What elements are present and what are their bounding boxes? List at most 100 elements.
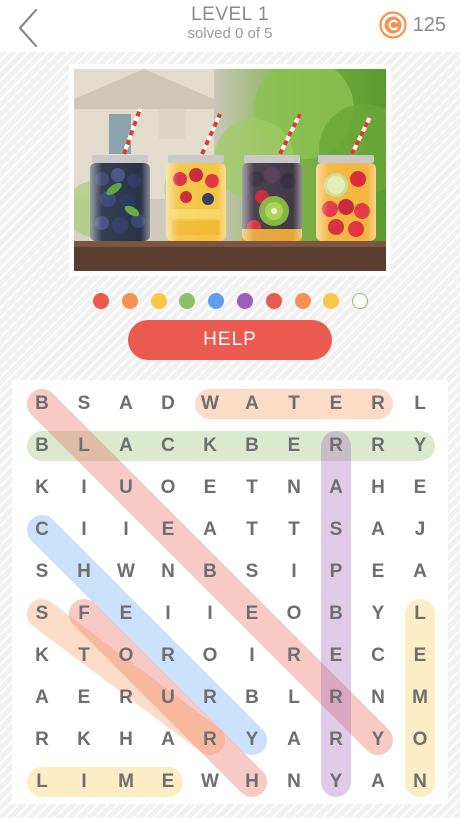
grid-letter[interactable]: H <box>64 552 104 592</box>
grid-letter[interactable]: L <box>400 384 440 424</box>
grid-letter[interactable]: A <box>232 384 272 424</box>
grid-letter[interactable]: K <box>22 468 62 508</box>
grid-letter[interactable]: R <box>190 678 230 718</box>
grid-letter[interactable]: F <box>64 594 104 634</box>
grid-letter[interactable]: R <box>316 678 356 718</box>
grid-letter[interactable]: Y <box>316 762 356 802</box>
grid-letter[interactable]: T <box>64 636 104 676</box>
grid-letter[interactable]: O <box>148 468 188 508</box>
grid-letter[interactable]: E <box>400 636 440 676</box>
grid-letter[interactable]: O <box>274 594 314 634</box>
grid-letter[interactable]: B <box>232 426 272 466</box>
grid-letter[interactable]: M <box>400 678 440 718</box>
grid-letter[interactable]: S <box>232 552 272 592</box>
grid-letter[interactable]: O <box>190 636 230 676</box>
grid-letter[interactable]: N <box>400 762 440 802</box>
grid-letter[interactable]: T <box>232 510 272 550</box>
grid-letter[interactable]: S <box>64 384 104 424</box>
grid-letter[interactable]: C <box>148 426 188 466</box>
grid-letter[interactable]: B <box>22 384 62 424</box>
grid-letter[interactable]: T <box>274 384 314 424</box>
grid-letter[interactable]: A <box>358 762 398 802</box>
grid-letter[interactable]: D <box>148 384 188 424</box>
grid-letter[interactable]: E <box>232 594 272 634</box>
grid-letter[interactable]: I <box>64 510 104 550</box>
grid-letter[interactable]: H <box>106 720 146 760</box>
grid-letter[interactable]: E <box>64 678 104 718</box>
grid-letter[interactable]: I <box>232 636 272 676</box>
grid-letter[interactable]: R <box>148 636 188 676</box>
grid-letter[interactable]: Y <box>358 720 398 760</box>
grid-letter[interactable]: N <box>274 468 314 508</box>
grid-letter[interactable]: K <box>190 426 230 466</box>
grid-letter[interactable]: K <box>22 636 62 676</box>
grid-letter[interactable]: E <box>274 426 314 466</box>
grid-letter[interactable]: A <box>22 678 62 718</box>
grid-letter[interactable]: M <box>106 762 146 802</box>
grid-letter[interactable]: A <box>400 552 440 592</box>
grid-letter[interactable]: A <box>274 720 314 760</box>
grid-letter[interactable]: R <box>316 720 356 760</box>
grid-letter[interactable]: E <box>358 552 398 592</box>
grid-letter[interactable]: H <box>358 468 398 508</box>
grid-letter[interactable]: C <box>358 636 398 676</box>
grid-letter[interactable]: R <box>274 636 314 676</box>
grid-letter[interactable]: I <box>190 594 230 634</box>
grid-letter[interactable]: O <box>400 720 440 760</box>
grid-letter[interactable]: W <box>190 762 230 802</box>
grid-letter[interactable]: J <box>400 510 440 550</box>
grid-letter[interactable]: R <box>106 678 146 718</box>
grid-letter[interactable]: I <box>64 762 104 802</box>
grid-letter[interactable]: A <box>316 468 356 508</box>
help-button[interactable]: HELP <box>128 320 332 360</box>
grid-letter[interactable]: L <box>64 426 104 466</box>
grid-letter[interactable]: S <box>22 552 62 592</box>
grid-letter[interactable]: E <box>190 468 230 508</box>
grid-letter[interactable]: T <box>232 468 272 508</box>
grid-letter[interactable]: W <box>190 384 230 424</box>
grid-letter[interactable]: O <box>106 636 146 676</box>
grid-letter[interactable]: I <box>148 594 188 634</box>
grid-letter[interactable]: A <box>148 720 188 760</box>
grid-letter[interactable]: Y <box>358 594 398 634</box>
coin-balance[interactable]: 125 <box>379 10 446 40</box>
grid-letter[interactable]: E <box>148 762 188 802</box>
grid-letter[interactable]: T <box>274 510 314 550</box>
grid-letter[interactable]: N <box>358 678 398 718</box>
grid-letter[interactable]: R <box>190 720 230 760</box>
grid-letter[interactable]: K <box>64 720 104 760</box>
grid-letter[interactable]: E <box>148 510 188 550</box>
grid-letter[interactable]: I <box>64 468 104 508</box>
grid-letter[interactable]: S <box>22 594 62 634</box>
grid-letter[interactable]: Y <box>232 720 272 760</box>
grid-letter[interactable]: E <box>316 384 356 424</box>
grid-letter[interactable]: R <box>316 426 356 466</box>
grid-letter[interactable]: H <box>232 762 272 802</box>
grid-letter[interactable]: A <box>358 510 398 550</box>
grid-letter[interactable]: E <box>400 468 440 508</box>
grid-letter[interactable]: C <box>22 510 62 550</box>
grid-letter[interactable]: Y <box>400 426 440 466</box>
grid-letter[interactable]: B <box>232 678 272 718</box>
grid-letter[interactable]: R <box>358 426 398 466</box>
word-search-grid[interactable]: BSADWATERLBLACKBERRYKIUOETNAHECIIEATTSAJ… <box>12 380 448 804</box>
grid-letter[interactable]: U <box>106 468 146 508</box>
grid-letter[interactable]: B <box>22 426 62 466</box>
grid-letter[interactable]: A <box>106 384 146 424</box>
grid-letter[interactable]: I <box>106 510 146 550</box>
grid-letter[interactable]: A <box>106 426 146 466</box>
grid-letter[interactable]: B <box>190 552 230 592</box>
grid-letter[interactable]: E <box>106 594 146 634</box>
grid-letter[interactable]: A <box>190 510 230 550</box>
grid-letter[interactable]: L <box>400 594 440 634</box>
grid-letter[interactable]: E <box>316 636 356 676</box>
grid-letter[interactable]: L <box>22 762 62 802</box>
grid-letter[interactable]: P <box>316 552 356 592</box>
grid-letter[interactable]: R <box>358 384 398 424</box>
grid-letter[interactable]: B <box>316 594 356 634</box>
grid-letter[interactable]: U <box>148 678 188 718</box>
grid-letter[interactable]: R <box>22 720 62 760</box>
grid-letter[interactable]: N <box>148 552 188 592</box>
grid-letter[interactable]: S <box>316 510 356 550</box>
grid-letter[interactable]: W <box>106 552 146 592</box>
